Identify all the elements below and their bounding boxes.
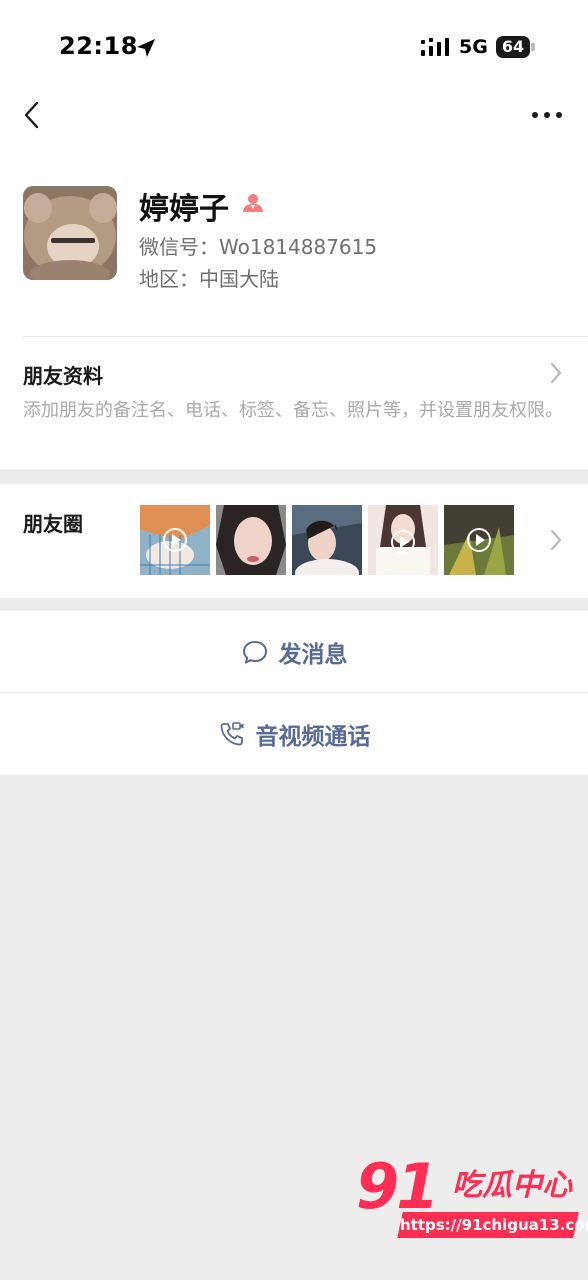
network-label: 5G: [459, 36, 488, 58]
watermark-text: 吃瓜中心: [452, 1168, 572, 1203]
moments-title: 朋友圈: [23, 512, 83, 536]
moments-thumbnail[interactable]: [140, 505, 210, 575]
moments-thumbnail[interactable]: [216, 505, 286, 575]
send-message-button[interactable]: 发消息: [0, 611, 588, 693]
avatar[interactable]: [23, 186, 117, 280]
wechat-id: 微信号：Wo1814887615: [139, 235, 378, 259]
female-gender-icon: [243, 194, 263, 212]
video-call-button[interactable]: 音视频通话: [0, 693, 588, 775]
send-message-label: 发消息: [278, 642, 348, 668]
chat-bubble-icon: [242, 641, 267, 664]
chevron-right-icon: [551, 530, 562, 550]
location-arrow-icon: [137, 39, 155, 57]
watermark-url: https://91chigua13.com: [400, 1216, 588, 1234]
status-bar: 22:18 5G 64: [0, 0, 588, 90]
moments-thumbnail[interactable]: [292, 505, 362, 575]
friend-info-description: 添加朋友的备注名、电话、标签、备忘、照片等，并设置朋友权限。: [23, 400, 563, 421]
divider: [23, 336, 588, 337]
region: 地区：中国大陆: [139, 267, 279, 291]
signal-icon: [421, 38, 449, 56]
more-icon[interactable]: [528, 106, 566, 124]
video-call-icon: [220, 722, 243, 746]
moments-thumbnail[interactable]: [444, 505, 514, 575]
moments-thumbnail[interactable]: [368, 505, 438, 575]
chevron-right-icon: [551, 363, 562, 383]
watermark-url-badge: https://91chigua13.com: [397, 1212, 588, 1238]
friend-info-title: 朋友资料: [23, 364, 103, 388]
battery-tip: [531, 43, 535, 51]
back-icon[interactable]: [18, 98, 48, 132]
status-time: 22:18: [59, 32, 138, 60]
moments-row[interactable]: 朋友圈: [0, 484, 588, 598]
battery-icon: 64: [496, 36, 530, 58]
profile-name: 婷婷子: [139, 192, 229, 227]
video-call-label: 音视频通话: [255, 724, 371, 750]
watermark-logo: 91 吃瓜中心 https://91chigua13.com: [356, 1150, 588, 1242]
